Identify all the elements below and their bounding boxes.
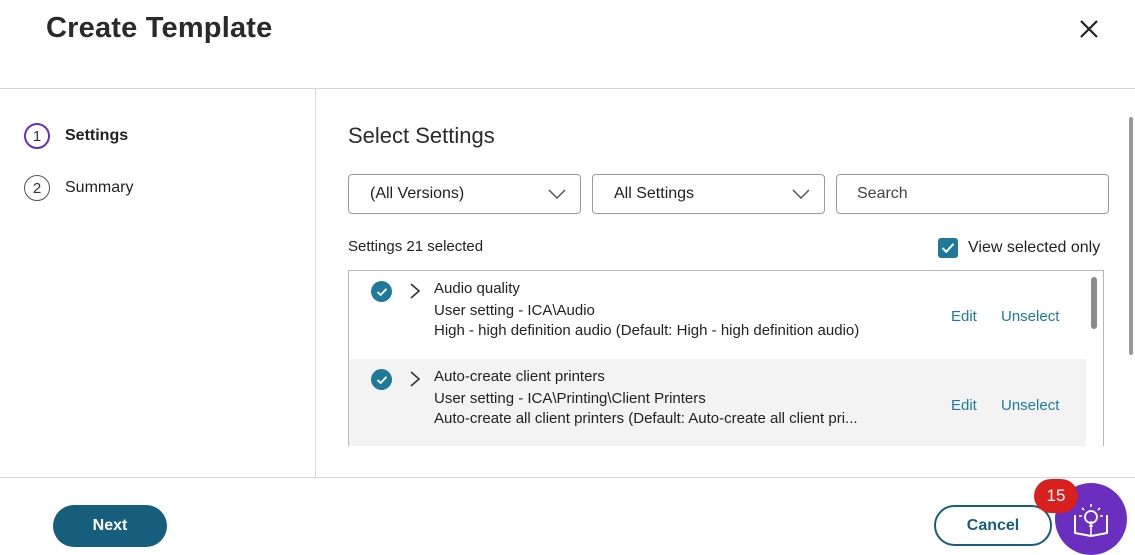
unselect-link[interactable]: Unselect bbox=[1001, 308, 1059, 325]
category-dropdown[interactable]: All Settings bbox=[592, 174, 825, 214]
count-value: 21 selected bbox=[406, 238, 484, 255]
list-item: Audio quality User setting - ICA\Audio H… bbox=[349, 271, 1086, 359]
list-item: Auto-create client printers User setting… bbox=[349, 359, 1086, 446]
view-selected-only-toggle[interactable]: View selected only bbox=[938, 238, 1100, 258]
check-circle-icon bbox=[371, 369, 392, 390]
checkbox-checked-icon[interactable] bbox=[938, 238, 958, 258]
version-dropdown[interactable]: (All Versions) bbox=[348, 174, 581, 214]
cancel-button[interactable]: Cancel bbox=[934, 505, 1052, 546]
section-title: Select Settings bbox=[348, 123, 495, 148]
chevron-down-icon bbox=[548, 189, 566, 199]
search-input[interactable] bbox=[836, 174, 1109, 214]
setting-value: High - high definition audio (Default: H… bbox=[434, 322, 860, 339]
step-label: Summary bbox=[65, 179, 134, 196]
edit-link[interactable]: Edit bbox=[951, 308, 977, 325]
step-label: Settings bbox=[65, 127, 129, 144]
notification-badge: 15 bbox=[1034, 479, 1078, 513]
list-scrollbar[interactable] bbox=[1091, 277, 1097, 329]
settings-list: Audio quality User setting - ICA\Audio H… bbox=[348, 270, 1104, 446]
edit-link[interactable]: Edit bbox=[951, 397, 977, 414]
header-divider bbox=[0, 88, 1135, 89]
setting-type-path: User setting - ICA\Printing\Client Print… bbox=[434, 390, 706, 407]
step-summary[interactable]: 2 Summary bbox=[24, 175, 133, 201]
dialog-title: Create Template bbox=[46, 12, 273, 44]
count-label: Settings bbox=[348, 238, 403, 255]
footer-divider bbox=[0, 477, 1135, 478]
next-button[interactable]: Next bbox=[53, 505, 167, 547]
step-settings[interactable]: 1 Settings bbox=[24, 123, 128, 149]
step-number: 1 bbox=[24, 123, 50, 149]
chevron-right-icon[interactable] bbox=[409, 282, 421, 300]
setting-type-path: User setting - ICA\Audio bbox=[434, 302, 595, 319]
close-icon[interactable] bbox=[1076, 16, 1102, 42]
page-scrollbar[interactable] bbox=[1129, 117, 1133, 355]
check-circle-icon bbox=[371, 281, 392, 302]
category-dropdown-value: All Settings bbox=[614, 185, 695, 202]
chevron-right-icon[interactable] bbox=[409, 370, 421, 388]
chevron-down-icon bbox=[792, 189, 810, 199]
setting-name: Audio quality bbox=[434, 280, 520, 297]
view-selected-only-label: View selected only bbox=[968, 239, 1101, 256]
unselect-link[interactable]: Unselect bbox=[1001, 397, 1059, 414]
selected-count: Settings 21 selected bbox=[348, 238, 483, 255]
lightbulb-book-icon bbox=[1074, 504, 1108, 537]
sidebar-divider bbox=[315, 89, 316, 477]
version-dropdown-value: (All Versions) bbox=[370, 185, 465, 202]
step-number: 2 bbox=[24, 175, 50, 201]
setting-value: Auto-create all client printers (Default… bbox=[434, 410, 858, 427]
setting-name: Auto-create client printers bbox=[434, 368, 605, 385]
